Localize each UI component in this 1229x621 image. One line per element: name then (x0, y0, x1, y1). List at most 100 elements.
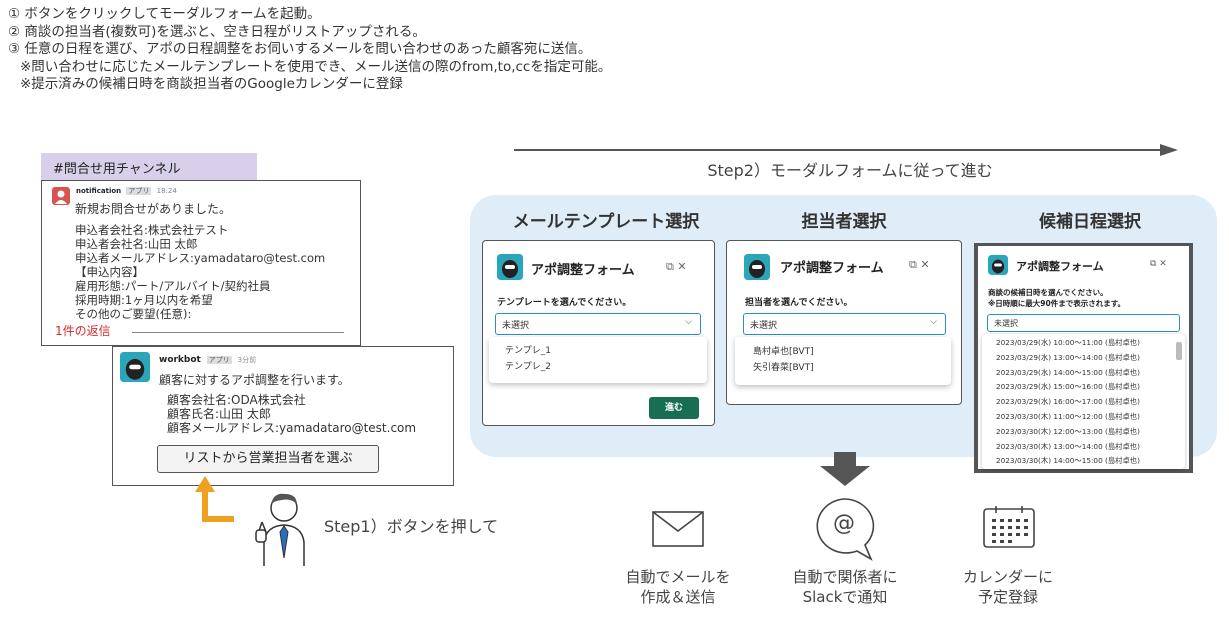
workbot-line: 顧客会社名:ODA株式会社 (167, 393, 306, 407)
result-mail-label: 自動でメールを 作成＆送信 (600, 567, 756, 607)
schedule-option[interactable]: 2023/03/29(水) 16:00〜17:00 (島村卓也) (996, 397, 1185, 412)
intro-line-5: ※提示済みの候補日時を商談担当者のGoogleカレンダーに登録 (20, 76, 403, 92)
at-symbol: @ (833, 511, 855, 536)
workbot-avatar (988, 255, 1008, 275)
column-title-person: 担当者選択 (801, 212, 887, 232)
schedule-option[interactable]: 2023/03/30(木) 11:00〜12:00 (島村卓也) (996, 412, 1185, 427)
chevron-down-icon: ⌵ (930, 317, 937, 327)
template-select-value: 未選択 (502, 321, 530, 331)
down-arrowhead (820, 466, 870, 486)
slack-channel-tab: #問合せ用チャンネル (41, 153, 257, 180)
person-label: 担当者を選んでください。 (745, 298, 853, 308)
scrollbar-thumb[interactable] (1176, 342, 1182, 360)
calendar-icon (982, 505, 1036, 549)
person-dropdown: 島村卓也[BVT] 矢引春菜[BVT] (735, 337, 951, 385)
notification-meta: notification アプリ 18:24 (76, 186, 177, 196)
column-title-template: メールテンプレート選択 (512, 212, 700, 232)
intro-line-2: ② 商談の担当者(複数可)を選ぶと、空き日程がリストアップされる。 (8, 23, 426, 40)
app-badge: アプリ (126, 187, 152, 195)
result-calendar-label: カレンダーに 予定登録 (938, 567, 1078, 607)
choose-sales-rep-button[interactable]: リストから営業担当者を選ぶ (157, 445, 379, 473)
result-mention-line-2: Slackで通知 (802, 588, 888, 606)
workbot-line: 顧客氏名:山田 太郎 (167, 407, 271, 421)
intro-text: ① ボタンをクリックしてモーダルフォームを起動。 ② 商談の担当者(複数可)を選… (8, 6, 611, 94)
template-modal: アポ調整フォーム ⧉ ✕ テンプレートを選んでください。 未選択 ⌵ テンプレ_… (482, 240, 715, 426)
workbot-time: 3分前 (237, 356, 257, 364)
person-select-value: 未選択 (750, 321, 778, 331)
result-mail-line-1: 自動でメールを (625, 568, 731, 586)
modal-window-icons[interactable]: ⧉ ✕ (909, 258, 930, 272)
orange-arrow-foot (202, 516, 234, 522)
step2-label: Step2）モーダルフォームに従って進む (707, 161, 993, 180)
next-button[interactable]: 進む (649, 397, 699, 419)
notification-avatar (52, 187, 70, 205)
notification-line: 申込者メールアドレス:yamadataro@test.com (75, 251, 326, 265)
modal-title: アポ調整フォーム (1016, 260, 1104, 273)
step1-label: Step1）ボタンを押して (324, 517, 499, 536)
businessman-illustration (252, 488, 312, 566)
workbot-line: 顧客メールアドレス:yamadataro@test.com (167, 421, 417, 435)
template-dropdown: テンプレ_1 テンプレ_2 (489, 337, 707, 383)
reply-count-link[interactable]: 1件の返信 (55, 322, 111, 339)
notification-line: 【申込内容】 (75, 265, 144, 279)
notification-sender: notification (76, 187, 122, 195)
schedule-label-2: ※日時順に最大90件まで表示されます。 (988, 299, 1125, 308)
template-label: テンプレートを選んでください。 (497, 298, 632, 308)
person-select[interactable]: 未選択 ⌵ (743, 313, 946, 335)
workbot-avatar (744, 254, 770, 280)
person-option-2[interactable]: 矢引春菜[BVT] (753, 360, 933, 376)
workbot-avatar (120, 352, 150, 382)
schedule-option[interactable]: 2023/03/29(水) 10:00〜11:00 (島村卓也) (996, 338, 1185, 353)
notification-line: 申込者会社名:株式会社テスト (75, 223, 229, 237)
schedule-option[interactable]: 2023/03/29(水) 13:00〜14:00 (島村卓也) (996, 353, 1185, 368)
app-badge: アプリ (206, 356, 232, 364)
notification-line: 採用時期:1ヶ月以内を希望 (75, 293, 213, 307)
column-title-schedule: 候補日程選択 (1039, 212, 1141, 232)
schedule-option[interactable]: 2023/03/29(水) 14:00〜15:00 (島村卓也) (996, 368, 1185, 383)
result-mention-label: 自動で関係者に Slackで通知 (770, 567, 920, 607)
down-arrow-stem (834, 452, 856, 466)
result-mention-line-1: 自動で関係者に (792, 568, 898, 586)
workbot-meta: workbot アプリ 3分前 (159, 355, 256, 365)
modal-window-icons[interactable]: ⧉ ✕ (1150, 259, 1167, 269)
result-mail-line-2: 作成＆送信 (640, 588, 716, 606)
notification-message: notification アプリ 18:24 新規お問合せがありました。 申込者… (41, 180, 361, 346)
workbot-avatar (497, 254, 523, 280)
schedule-dropdown: 2023/03/29(水) 10:00〜11:00 (島村卓也) 2023/03… (982, 334, 1185, 469)
notification-line: その他のご要望(任意): (75, 307, 192, 321)
schedule-select[interactable]: 未選択 (987, 314, 1180, 332)
schedule-option[interactable]: 2023/03/30(木) 13:00〜14:00 (島村卓也) (996, 442, 1185, 457)
schedule-option[interactable]: 2023/03/30(木) 14:00〜15:00 (島村卓也) (996, 456, 1185, 471)
template-select[interactable]: 未選択 ⌵ (495, 313, 701, 335)
schedule-modal: アポ調整フォーム ⧉ ✕ 商談の候補日時を選んでください。 ※日時順に最大90件… (978, 246, 1189, 469)
result-calendar-line-1: カレンダーに (962, 568, 1053, 586)
notification-body: 申込者会社名:株式会社テスト 申込者会社名:山田 太郎 申込者メールアドレス:y… (75, 223, 325, 321)
workbot-body: 顧客会社名:ODA株式会社 顧客氏名:山田 太郎 顧客メールアドレス:yamad… (167, 393, 416, 435)
intro-line-1: ① ボタンをクリックしてモーダルフォームを起動。 (8, 6, 321, 22)
channel-name: #問合せ用チャンネル (53, 162, 181, 177)
divider (132, 332, 344, 333)
notification-time: 18:24 (156, 187, 177, 195)
modal-window-icons[interactable]: ⧉ ✕ (666, 260, 687, 274)
notification-line: 申込者会社名:山田 太郎 (75, 237, 198, 251)
mail-icon (652, 511, 704, 547)
schedule-option[interactable]: 2023/03/30(木) 12:00〜13:00 (島村卓也) (996, 427, 1185, 442)
workbot-sender: workbot (159, 355, 201, 365)
notification-line: 雇用形態:パート/アルバイト/契約社員 (75, 279, 271, 293)
intro-line-3: ③ 任意の日程を選び、アポの日程調整をお伺いするメールを問い合わせのあった顧客宛… (8, 41, 592, 57)
modal-title: アポ調整フォーム (780, 261, 884, 276)
template-option-2[interactable]: テンプレ_2 (505, 359, 691, 375)
template-option-1[interactable]: テンプレ_1 (505, 343, 691, 359)
schedule-select-value: 未選択 (994, 319, 1018, 328)
person-option-1[interactable]: 島村卓也[BVT] (753, 344, 933, 360)
schedule-option[interactable]: 2023/03/29(水) 15:00〜16:00 (島村卓也) (996, 382, 1185, 397)
person-modal: アポ調整フォーム ⧉ ✕ 担当者を選んでください。 未選択 ⌵ 島村卓也[BVT… (726, 240, 962, 405)
intro-line-4: ※問い合わせに応じたメールテンプレートを使用でき、メール送信の際のfrom,to… (20, 58, 612, 75)
modal-title: アポ調整フォーム (531, 263, 635, 278)
schedule-label-1: 商談の候補日時を選んでください。 (988, 288, 1108, 297)
step2-arrow-line (514, 149, 1164, 151)
chevron-down-icon: ⌵ (685, 317, 692, 327)
workbot-headline: 顧客に対するアポ調整を行います。 (159, 373, 350, 387)
workbot-message: workbot アプリ 3分前 顧客に対するアポ調整を行います。 顧客会社名:O… (112, 346, 454, 486)
result-calendar-line-2: 予定登録 (977, 588, 1038, 606)
